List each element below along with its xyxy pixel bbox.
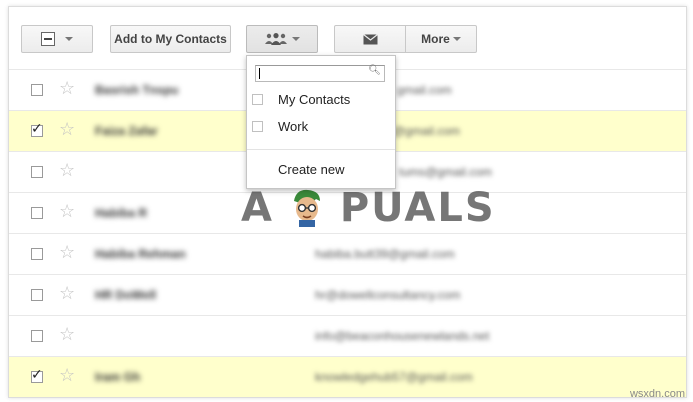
contact-name: Basrish Tnspu: [95, 83, 179, 97]
star-icon[interactable]: ☆: [59, 79, 75, 99]
site-watermark: wsxdn.com: [629, 388, 685, 400]
watermark-text-right: PUALS: [339, 185, 496, 231]
email-button[interactable]: [334, 25, 406, 53]
search-icon: 🔍︎: [368, 65, 381, 76]
contact-name: Iram Gh: [95, 370, 141, 384]
more-button[interactable]: More: [405, 25, 477, 53]
menu-item-my-contacts[interactable]: My Contacts: [247, 89, 395, 111]
chevron-down-icon: [292, 37, 300, 41]
contact-email: knowledgehub57@gmail.com: [315, 370, 473, 384]
menu-item-work[interactable]: Work: [247, 116, 395, 138]
star-icon[interactable]: ☆: [59, 366, 75, 386]
mascot-icon: [293, 189, 320, 227]
watermark-text-left: A: [241, 185, 274, 231]
contact-email: gmail.com: [397, 83, 452, 97]
chevron-down-icon: [452, 37, 461, 41]
contact-email: @gmail.com: [393, 124, 460, 138]
groups-button[interactable]: [246, 25, 318, 53]
contacts-window: Add to My Contacts More ☆ Basrish Tnspu …: [8, 6, 687, 398]
row-checkbox[interactable]: [31, 367, 43, 383]
row-checkbox[interactable]: [31, 289, 43, 301]
contact-email: tums@gmail.com: [399, 165, 492, 179]
row-checkbox[interactable]: [31, 330, 43, 342]
star-icon[interactable]: ☆: [59, 325, 75, 345]
contact-name: HR DoWell: [95, 288, 157, 302]
contact-row[interactable]: ☆ Iram Gh knowledgehub57@gmail.com: [9, 356, 686, 397]
chevron-down-icon: [65, 37, 73, 41]
checkbox-minus-icon: [41, 32, 55, 46]
contact-email: info@beaconhousenewlands.net: [315, 329, 490, 343]
star-icon[interactable]: ☆: [59, 120, 75, 140]
menu-item-checkbox[interactable]: [252, 121, 263, 132]
menu-item-label: Work: [278, 119, 309, 134]
row-checkbox[interactable]: [31, 207, 43, 219]
contact-name: Faiza Zafar: [95, 124, 158, 138]
contact-email: hr@dowellconsultancy.com: [315, 288, 461, 302]
menu-item-label: My Contacts: [278, 92, 351, 107]
appuals-watermark: A PUALS: [241, 185, 496, 231]
star-icon[interactable]: ☆: [59, 243, 75, 263]
menu-item-checkbox[interactable]: [252, 94, 263, 105]
add-to-my-contacts-button[interactable]: Add to My Contacts: [110, 25, 231, 53]
menu-divider: [247, 149, 395, 150]
more-label: More: [421, 32, 450, 46]
row-checkbox[interactable]: [31, 166, 43, 178]
select-all-button[interactable]: [21, 25, 93, 53]
people-icon: [265, 33, 287, 45]
row-checkbox[interactable]: [31, 248, 43, 260]
contact-name: Habiba R: [95, 206, 148, 220]
star-icon[interactable]: ☆: [59, 161, 75, 181]
contact-row[interactable]: ☆ Habiba Rehman habiba.butt39@gmail.com: [9, 233, 686, 274]
group-search-input[interactable]: 🔍︎: [255, 65, 385, 82]
star-icon[interactable]: ☆: [59, 284, 75, 304]
contact-row[interactable]: ☆ info@beaconhousenewlands.net: [9, 315, 686, 356]
star-icon[interactable]: ☆: [59, 202, 75, 222]
envelope-icon: [362, 33, 378, 44]
text-cursor: [259, 68, 260, 79]
row-checkbox[interactable]: [31, 121, 43, 137]
contact-email: habiba.butt39@gmail.com: [315, 247, 455, 261]
create-new-group-item[interactable]: Create new: [278, 162, 344, 177]
groups-dropdown-menu: 🔍︎ My Contacts Work Create new: [246, 55, 396, 189]
row-checkbox[interactable]: [31, 84, 43, 96]
contact-row[interactable]: ☆ HR DoWell hr@dowellconsultancy.com: [9, 274, 686, 315]
contact-name: Habiba Rehman: [95, 247, 186, 261]
